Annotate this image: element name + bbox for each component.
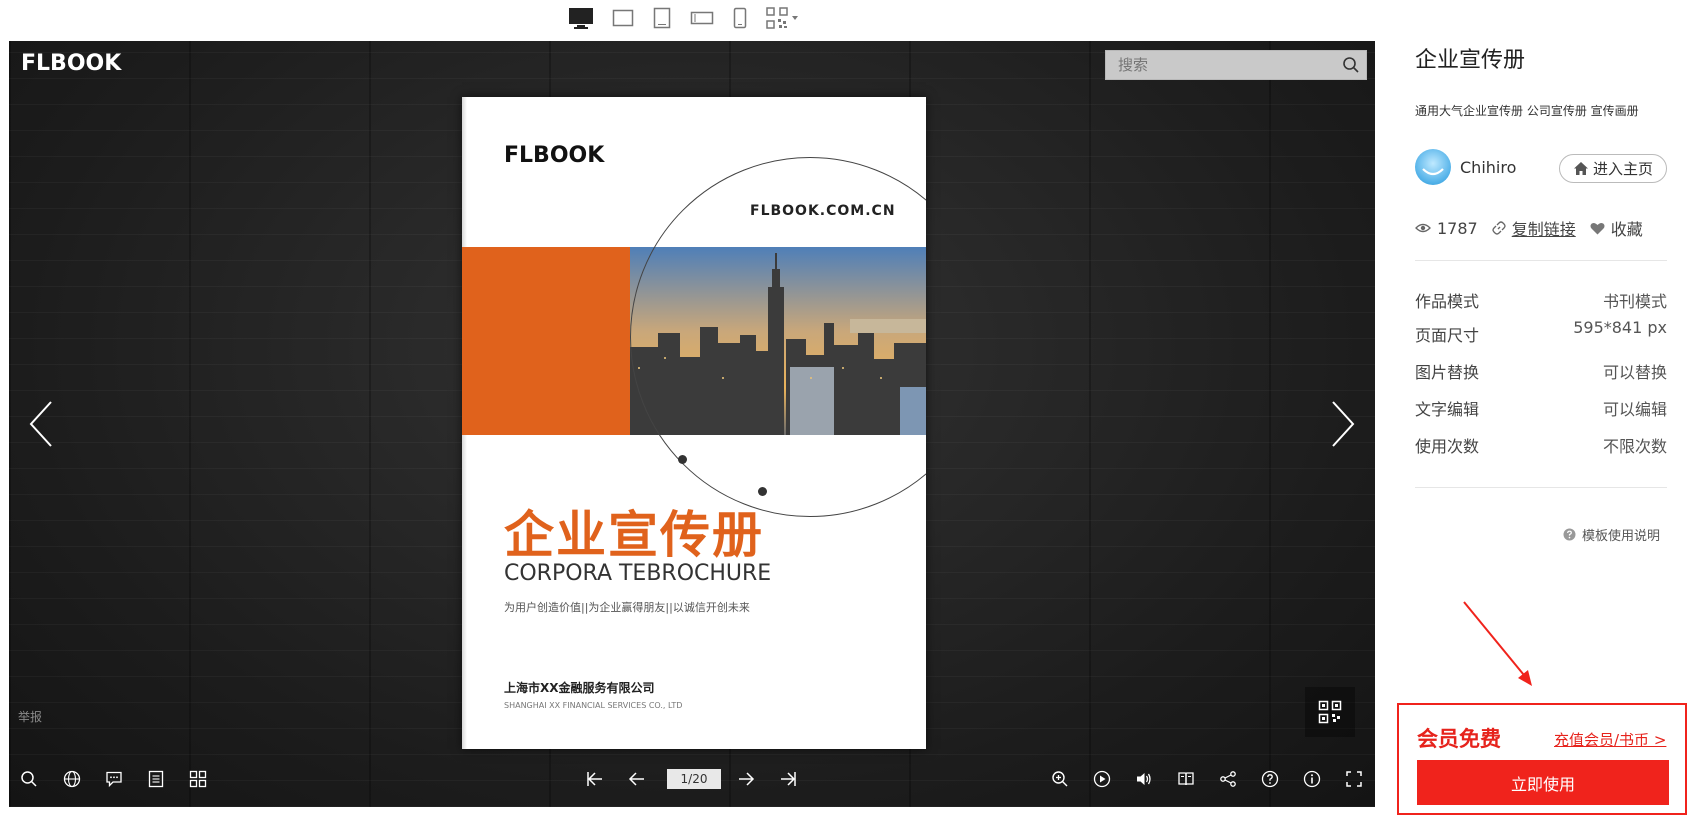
annotation-arrow-icon: [1463, 601, 1532, 686]
question-circle-icon: [1563, 528, 1576, 541]
page-title-cn: 企业宣传册: [504, 505, 764, 564]
next-page-arrow-icon[interactable]: [1327, 398, 1357, 450]
attr-label: 使用次数: [1415, 437, 1480, 456]
fullscreen-icon[interactable]: [1342, 767, 1366, 791]
qr-code-button[interactable]: [1305, 687, 1355, 737]
viewer-toolbar: 1/20: [9, 757, 1375, 801]
app-root: FLBOOK FLBOOK: [0, 0, 1695, 817]
decorative-dot: [678, 455, 687, 464]
autoplay-icon[interactable]: [1090, 767, 1114, 791]
tablet-landscape-view-icon[interactable]: [612, 8, 634, 28]
page-title-en: CORPORA TEBROCHURE: [504, 561, 772, 586]
search-input[interactable]: [1106, 51, 1336, 79]
viewer-logo: FLBOOK: [21, 51, 122, 76]
attr-row-usage-count: 使用次数 不限次数: [1415, 433, 1667, 457]
flipbook-viewer: FLBOOK FLBOOK: [9, 41, 1375, 807]
use-now-button[interactable]: 立即使用: [1417, 760, 1669, 805]
attr-row-image-replace: 图片替换 可以替换: [1415, 359, 1667, 383]
avatar[interactable]: [1415, 149, 1451, 185]
attr-value: 不限次数: [1602, 437, 1667, 456]
member-cta-box: 会员免费 充值会员/书币 > 立即使用: [1397, 703, 1687, 815]
template-title: 企业宣传册: [1415, 48, 1526, 73]
member-free-label: 会员免费: [1417, 727, 1501, 751]
reading-mode-icon[interactable]: [1174, 767, 1198, 791]
zoom-in-icon[interactable]: [1048, 767, 1072, 791]
attr-row-page-size: 页面尺寸 595*841 px: [1415, 318, 1667, 346]
template-info-sidebar: 企业宣传册 通用大气企业宣传册 公司宣传册 宣传画册 Chihiro 进入主页 …: [1415, 0, 1687, 817]
attr-label: 图片替换: [1415, 363, 1480, 382]
heart-icon: [1590, 222, 1605, 234]
home-icon: [1573, 162, 1588, 175]
qr-code-dropdown-icon[interactable]: [766, 7, 800, 29]
favorite[interactable]: 收藏: [1590, 216, 1643, 240]
copy-link[interactable]: 复制链接: [1492, 216, 1576, 240]
device-mode-bar: [568, 4, 800, 32]
first-page-icon[interactable]: [583, 767, 607, 791]
report-link[interactable]: 举报: [18, 708, 42, 725]
page-logo: FLBOOK: [504, 143, 605, 168]
language-globe-icon[interactable]: [60, 767, 84, 791]
view-count-value: 1787: [1437, 218, 1478, 238]
template-stats: 1787 复制链接 收藏: [1415, 216, 1657, 240]
attr-row-mode: 作品模式 书刊模式: [1415, 288, 1667, 312]
author-name[interactable]: Chihiro: [1460, 158, 1516, 177]
search-icon[interactable]: [1336, 50, 1366, 80]
author-info: Chihiro: [1415, 149, 1516, 185]
desktop-view-icon[interactable]: [568, 6, 594, 30]
tablet-portrait-view-icon[interactable]: [652, 7, 672, 29]
page-company-en: SHANGHAI XX FINANCIAL SERVICES CO., LTD: [504, 701, 683, 710]
divider: [1415, 260, 1667, 261]
enter-homepage-button[interactable]: 进入主页: [1559, 154, 1667, 183]
link-icon: [1492, 221, 1506, 235]
favorite-label: 收藏: [1610, 220, 1643, 239]
comment-icon[interactable]: [102, 767, 126, 791]
attr-value: 可以编辑: [1602, 400, 1667, 419]
prev-page-arrow-icon[interactable]: [27, 398, 57, 450]
template-help-label: 模板使用说明: [1582, 529, 1661, 544]
template-help-link[interactable]: 模板使用说明: [1563, 525, 1660, 544]
sound-icon[interactable]: [1132, 767, 1156, 791]
table-of-contents-icon[interactable]: [144, 767, 168, 791]
page-counter[interactable]: 1/20: [667, 769, 721, 789]
view-count: 1787: [1415, 219, 1478, 238]
last-page-icon[interactable]: [776, 767, 800, 791]
attr-label: 文字编辑: [1415, 400, 1480, 419]
zoom-search-icon[interactable]: [17, 767, 41, 791]
eye-icon: [1415, 223, 1431, 233]
enter-homepage-label: 进入主页: [1592, 160, 1653, 178]
attr-value: 书刊模式: [1602, 292, 1667, 311]
help-icon[interactable]: [1258, 767, 1282, 791]
phone-portrait-view-icon[interactable]: [732, 7, 748, 29]
next-page-icon[interactable]: [734, 767, 758, 791]
page-slogan: 为用户创造价值||为企业赢得朋友||以诚信开创未来: [504, 601, 750, 614]
book-page[interactable]: FLBOOK FLBOOK.COM.CN 企业宣传册 CORPORA TEBRO…: [462, 97, 926, 749]
page-company-cn: 上海市XX金融服务有限公司: [504, 681, 655, 695]
divider: [1415, 487, 1667, 488]
previous-page-icon[interactable]: [625, 767, 649, 791]
thumbnails-grid-icon[interactable]: [186, 767, 210, 791]
page-url: FLBOOK.COM.CN: [750, 203, 896, 219]
attr-value: 可以替换: [1602, 363, 1667, 382]
phone-landscape-view-icon[interactable]: [690, 9, 714, 27]
attr-label: 作品模式: [1415, 292, 1480, 311]
qr-code-icon: [1318, 700, 1342, 724]
attr-value: 595*841 px: [1573, 318, 1667, 337]
template-tags: 通用大气企业宣传册 公司宣传册 宣传画册: [1415, 104, 1639, 118]
share-icon[interactable]: [1216, 767, 1240, 791]
attr-row-text-edit: 文字编辑 可以编辑: [1415, 396, 1667, 420]
info-icon[interactable]: [1300, 767, 1324, 791]
recharge-link[interactable]: 充值会员/书币 >: [1554, 729, 1666, 750]
attr-label: 页面尺寸: [1415, 326, 1480, 345]
copy-link-label[interactable]: 复制链接: [1512, 216, 1576, 240]
search-box: [1105, 50, 1367, 80]
